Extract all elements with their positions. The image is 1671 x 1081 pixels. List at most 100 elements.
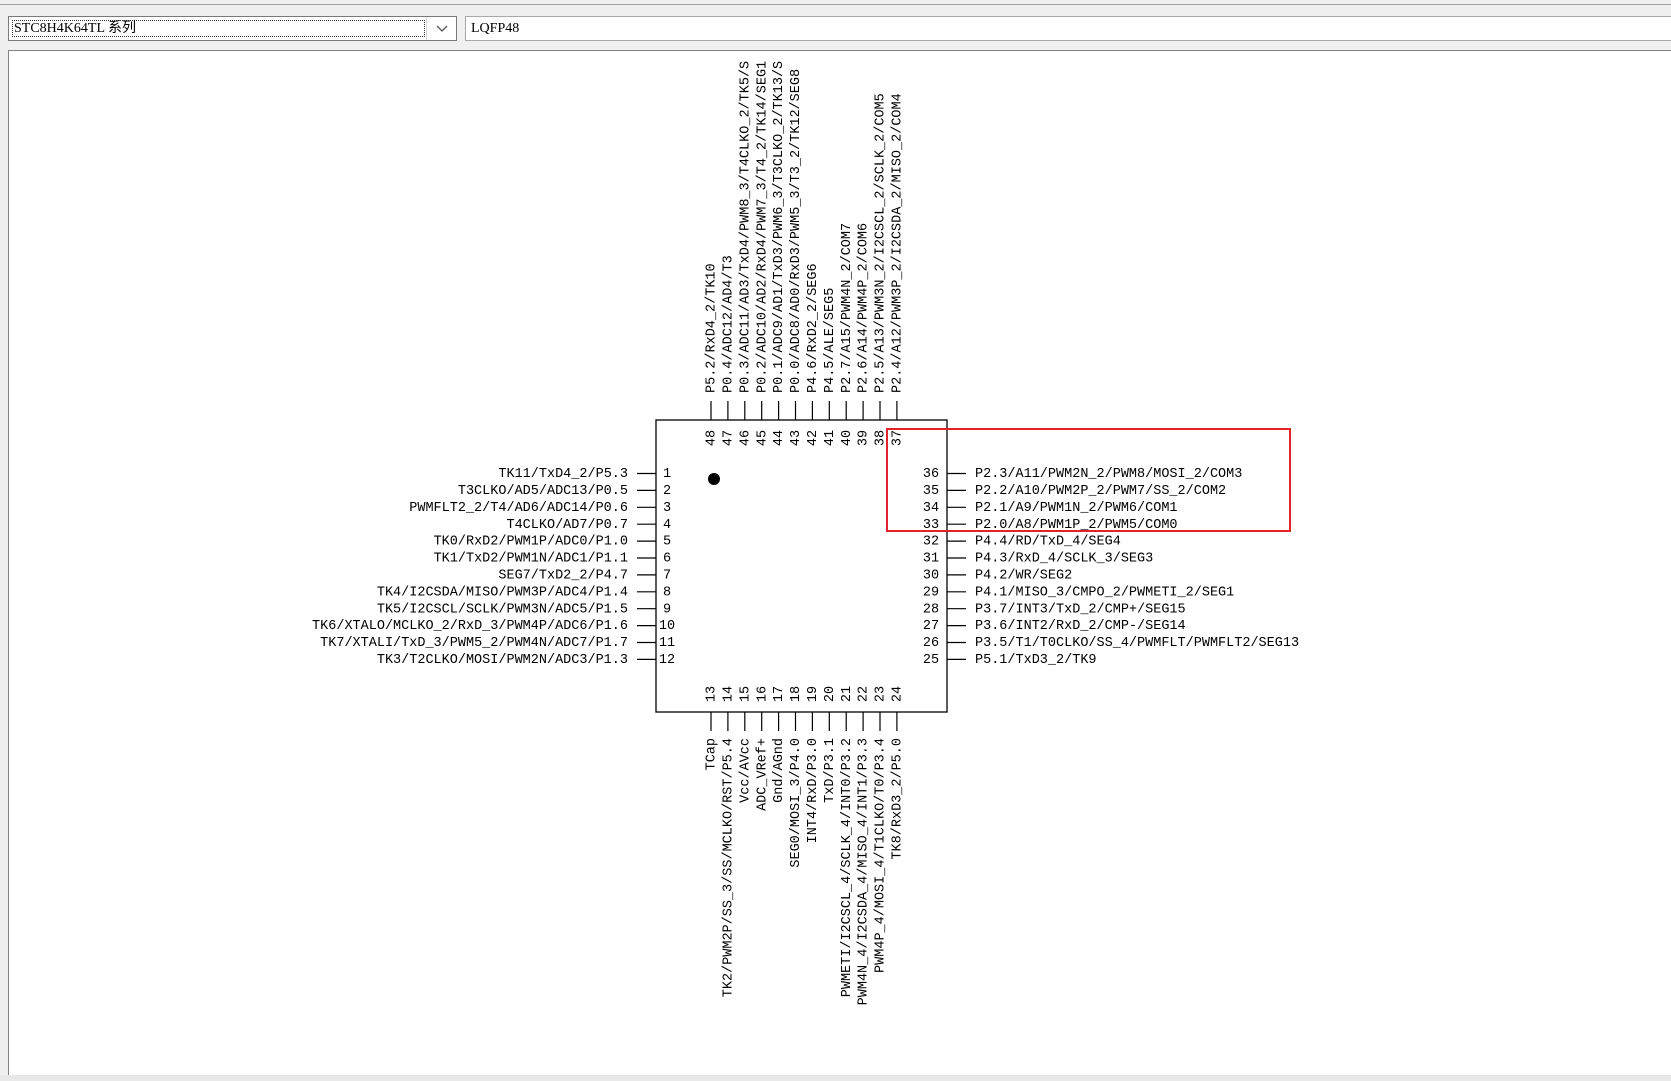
pin-label: PWM4N_4/I2CSDA_4/MISO_4/INT1/P3.3	[857, 738, 872, 1005]
pin-label: TxD/P3.1	[823, 738, 838, 803]
series-select-value: STC8H4K64TL 系列	[12, 20, 425, 37]
pin-label: P2.6/A14/PWM4P_2/COM6	[857, 223, 872, 393]
pin-number: 17	[772, 686, 787, 702]
pin-number: 10	[659, 619, 675, 634]
pin-label: TK3/T2CLKO/MOSI/PWM2N/ADC3/P1.3	[377, 653, 628, 668]
pin-number: 44	[772, 430, 787, 446]
series-select[interactable]: STC8H4K64TL 系列	[8, 16, 457, 41]
pin-number: 45	[755, 430, 770, 446]
pin-number: 22	[857, 686, 872, 702]
pin-number: 31	[923, 552, 939, 567]
pin-label: P5.2/RxD4_2/TK10	[705, 263, 720, 393]
pin-label: P4.4/RD/TxD_4/SEG4	[975, 535, 1121, 550]
pin-number: 35	[923, 484, 939, 499]
pin-number: 40	[840, 430, 855, 446]
pin-label: TK4/I2CSDA/MISO/PWM3P/ADC4/P1.4	[377, 585, 628, 600]
pin-label: P2.2/A10/PWM2P_2/PWM7/SS_2/COM2	[975, 484, 1226, 499]
pin-label: TK1/TxD2/PWM1N/ADC1/P1.1	[434, 552, 628, 567]
pin-number: 24	[890, 686, 905, 702]
pin-number: 14	[721, 686, 736, 702]
pin-number: 47	[721, 430, 736, 446]
chip-pinout-diagram: TK11/TxD4_2/P5.3 1 T3CLKO/AD5/ADC13/P0.5 2 P…	[312, 61, 1299, 1006]
pin-number: 3	[663, 501, 671, 516]
pin-label: P0.1/ADC9/AD1/TxD3/PWM6_3/T3CLKO_2/TK13/…	[772, 61, 787, 393]
pin-label: P2.1/A9/PWM1N_2/PWM6/COM1	[975, 501, 1178, 516]
pin-number: 41	[823, 430, 838, 446]
pin-number: 23	[874, 686, 889, 702]
pin-label: P0.4/ADC12/AD4/T3	[721, 255, 736, 393]
pin-number: 5	[663, 535, 671, 550]
pin-label: TK2/PWM2P/SS_3/SS/MCLKO/RST/P5.4	[721, 738, 736, 997]
pin-number: 42	[806, 430, 821, 446]
pinout-canvas: TK11/TxD4_2/P5.3 1 T3CLKO/AD5/ADC13/P0.5 2 P…	[8, 50, 1671, 1075]
toolbar: STC8H4K64TL 系列 LQFP48	[0, 6, 1671, 44]
pin-number: 19	[806, 686, 821, 702]
pin-label: SEG0/MOSI_3/P4.0	[789, 738, 804, 868]
pin-number: 36	[923, 467, 939, 482]
chip-body	[655, 419, 948, 713]
pin-label: P5.1/TxD3_2/TK9	[975, 653, 1097, 668]
package-value: LQFP48	[471, 21, 520, 36]
pin-label: P0.2/ADC10/AD2/RxD4/PWM7_3/T4_2/TK14/SEG…	[755, 61, 770, 393]
pin-number: 26	[923, 636, 939, 651]
chevron-down-icon[interactable]	[426, 17, 456, 40]
pin-number: 6	[663, 552, 671, 567]
pin-number: 37	[890, 430, 905, 446]
pin-label: T3CLKO/AD5/ADC13/P0.5	[458, 484, 628, 499]
pin-number: 8	[663, 585, 671, 600]
pin-label: PWM4P_4/MOSI_4/T1CLKO/T0/P3.4	[874, 738, 889, 973]
pin-number: 46	[738, 430, 753, 446]
pin-label: TK0/RxD2/PWM1P/ADC0/P1.0	[434, 535, 628, 550]
pin-label: P2.7/A15/PWM4N_2/COM7	[840, 223, 855, 393]
bottom-bar	[0, 1075, 1671, 1081]
pin-number: 7	[663, 568, 671, 583]
pin-label: SEG7/TxD2_2/P4.7	[498, 568, 628, 583]
pin1-dot-icon	[708, 473, 720, 485]
pin-number: 30	[923, 568, 939, 583]
pin-label: P0.0/ADC8/AD0/RxD3/PWM5_3/T3_2/TK12/SEG8	[789, 69, 804, 393]
pin-number: 2	[663, 484, 671, 499]
pin-label: PWMFLT2_2/T4/AD6/ADC14/P0.6	[409, 501, 628, 516]
pin-label: TCap	[705, 738, 720, 770]
pin-label: Gnd/AGnd	[772, 738, 787, 803]
pin-label: P4.1/MISO_3/CMPO_2/PWMETI_2/SEG1	[975, 585, 1234, 600]
package-field[interactable]: LQFP48	[465, 16, 1671, 41]
pin-label: P4.2/WR/SEG2	[975, 568, 1072, 583]
pin-label: P4.6/RxD2_2/SEG6	[806, 263, 821, 393]
window-top-border	[0, 4, 1671, 5]
pin-label: TK5/I2CSCL/SCLK/PWM3N/ADC5/P1.5	[377, 602, 628, 617]
pin-number: 25	[923, 653, 939, 668]
pin-label: TK8/RxD3_2/P5.0	[890, 738, 905, 860]
pin-number: 34	[923, 501, 939, 516]
pin-number: 12	[659, 653, 675, 668]
pin-number: 9	[663, 602, 671, 617]
pin-number: 21	[840, 686, 855, 702]
pin-label: P3.6/INT2/RxD_2/CMP-/SEG14	[975, 619, 1186, 634]
pin-label: TK7/XTALI/TxD_3/PWM5_2/PWM4N/ADC7/P1.7	[320, 636, 628, 651]
pin-label: TK6/XTALO/MCLKO_2/RxD_3/PWM4P/ADC6/P1.6	[312, 619, 628, 634]
pin-label: T4CLKO/AD7/P0.7	[506, 518, 628, 533]
pin-label: Vcc/AVcc	[738, 738, 753, 803]
pin-number: 20	[823, 686, 838, 702]
pin-label: P4.3/RxD_4/SCLK_3/SEG3	[975, 552, 1153, 567]
pin-number: 13	[705, 686, 720, 702]
pin-label: P2.5/A13/PWM3N_2/I2CSCL_2/SCLK_2/COM5	[874, 93, 889, 393]
pin-number: 1	[663, 467, 671, 482]
pin-number: 11	[659, 636, 675, 651]
pin-number: 16	[755, 686, 770, 702]
pin-label: P0.3/ADC11/AD3/TxD4/PWM8_3/T4CLKO_2/TK5/…	[738, 61, 753, 393]
pin-label: P4.5/ALE/SEG5	[823, 288, 838, 393]
pin-label: ADC_VRef+	[755, 738, 770, 811]
pin-number: 32	[923, 535, 939, 550]
pin-number: 4	[663, 518, 671, 533]
pin-number: 18	[789, 686, 804, 702]
pin-number: 29	[923, 585, 939, 600]
pin-number: 39	[857, 430, 872, 446]
pin-label: P2.4/A12/PWM3P_2/I2CSDA_2/MISO_2/COM4	[890, 93, 905, 393]
pin-label: P3.7/INT3/TxD_2/CMP+/SEG15	[975, 602, 1186, 617]
pin-number: 28	[923, 602, 939, 617]
pin-label: INT4/RxD/P3.0	[806, 738, 821, 843]
pin-number: 43	[789, 430, 804, 446]
pin-number: 27	[923, 619, 939, 634]
pin-label: TK11/TxD4_2/P5.3	[498, 467, 628, 482]
